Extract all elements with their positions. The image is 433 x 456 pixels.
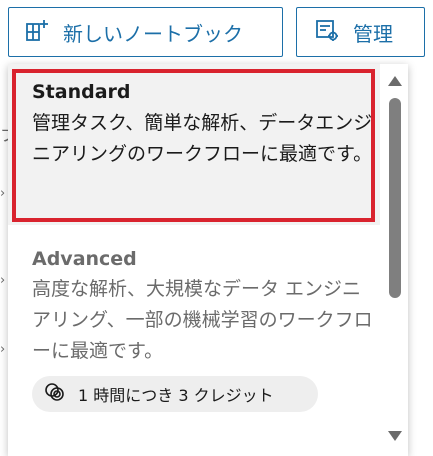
option-description: 高度な解析、大規模なデータ エンジニアリング、一部の機械学習のワークフローに最適… bbox=[32, 278, 373, 362]
triangle-down-icon[interactable] bbox=[387, 427, 403, 446]
new-notebook-label: 新しいノートブック bbox=[63, 21, 243, 46]
credit-badge: 1 時間につき 3 クレジット bbox=[32, 376, 318, 412]
option-description: 管理タスク、簡単な解析、データエンジニアリングのワークフローに最適です。 bbox=[32, 112, 373, 165]
credit-coins-icon bbox=[44, 381, 66, 407]
option-standard[interactable]: Standard 管理タスク、簡単な解析、データエンジニアリングのワークフローに… bbox=[8, 64, 380, 225]
triangle-up-icon[interactable] bbox=[387, 72, 403, 91]
option-title: Standard bbox=[32, 81, 131, 103]
admin-button[interactable]: 管理 bbox=[296, 7, 425, 57]
chevron-right-icon: › bbox=[0, 186, 6, 201]
option-title: Advanced bbox=[32, 248, 137, 270]
compute-size-dropdown: Standard 管理タスク、簡単な解析、データエンジニアリングのワークフローに… bbox=[8, 64, 408, 456]
new-notebook-button[interactable]: 新しいノートブック bbox=[8, 7, 283, 57]
scrollbar-thumb[interactable] bbox=[389, 98, 401, 298]
add-notebook-icon bbox=[25, 18, 49, 47]
chevron-right-icon: › bbox=[0, 342, 6, 357]
admin-label: 管理 bbox=[353, 21, 393, 46]
chevron-right-icon: › bbox=[0, 273, 6, 288]
credit-badge-label: 1 時間につき 3 クレジット bbox=[78, 386, 274, 405]
admin-settings-icon bbox=[315, 18, 339, 47]
